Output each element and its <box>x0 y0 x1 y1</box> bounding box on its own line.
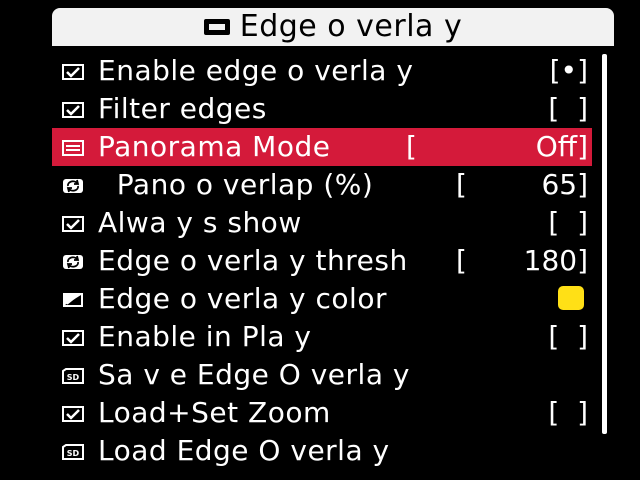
menu-item-always-show[interactable]: Alwa y s show [ ] <box>52 204 592 242</box>
toggle-value: [ ] <box>548 396 588 429</box>
menu-item-label: Load+Set Zoom <box>98 396 331 429</box>
menu-item-label: Filter edges <box>98 92 267 125</box>
sd-card-icon: SD <box>62 368 84 384</box>
checkbox-icon <box>62 64 84 80</box>
toggle-value: [•] <box>549 54 588 87</box>
menu-item-label: Enable edge o verla y <box>98 54 414 87</box>
option-value: Off] <box>535 130 588 163</box>
menu-item-panorama-mode[interactable]: Panorama Mode [ Off] <box>52 128 592 166</box>
menu-item-load-set-zoom[interactable]: Load+Set Zoom [ ] <box>52 394 592 432</box>
svg-text:SD: SD <box>67 373 80 382</box>
menu-item-enable-in-play[interactable]: Enable in Pla y [ ] <box>52 318 592 356</box>
menu-item-label: Pano o verlap (%) <box>98 168 374 201</box>
display-icon <box>203 19 230 35</box>
edge-overlay-menu: Edge o verla y Enable edge o verla y [•]… <box>52 8 614 472</box>
toggle-value: [ ] <box>548 320 588 353</box>
toggle-value: [ ] <box>548 206 588 239</box>
svg-text:SD: SD <box>67 449 80 458</box>
numeric-value: 180] <box>523 244 588 277</box>
menu-item-label: Sa v e Edge O verla y <box>98 358 410 391</box>
left-bracket: [ <box>456 168 467 201</box>
toggle-value: [ ] <box>548 92 588 125</box>
color-swatch <box>558 286 584 310</box>
left-bracket: [ <box>406 130 417 163</box>
menu-item-edge-overlay-color[interactable]: Edge o verla y color <box>52 280 592 318</box>
menu-item-label: Enable in Pla y <box>98 320 312 353</box>
cycle-icon <box>63 255 83 269</box>
scrollbar[interactable] <box>602 54 607 434</box>
numeric-value: 65] <box>541 168 588 201</box>
menu-item-label: Load Edge O verla y <box>98 434 390 467</box>
checkbox-icon <box>62 406 84 422</box>
menu-item-label: Edge o verla y thresh <box>98 244 408 277</box>
checkbox-icon <box>62 216 84 232</box>
menu-item-enable-edge-overlay[interactable]: Enable edge o verla y [•] <box>52 52 592 90</box>
color-icon <box>63 293 83 307</box>
menu-item-pano-overlap[interactable]: Pano o verlap (%) [ 65] <box>52 166 592 204</box>
menu-item-load-edge-overlay[interactable]: SD Load Edge O verla y <box>52 432 592 470</box>
menu-title-bar: Edge o verla y <box>52 8 614 46</box>
menu-item-label: Edge o verla y color <box>98 282 387 315</box>
sd-card-icon: SD <box>62 444 84 460</box>
menu-item-edge-overlay-thresh[interactable]: Edge o verla y thresh [ 180] <box>52 242 592 280</box>
menu-item-save-edge-overlay[interactable]: SD Sa v e Edge O verla y <box>52 356 592 394</box>
cycle-icon <box>63 179 83 193</box>
menu-item-label: Panorama Mode <box>98 130 331 163</box>
list-icon <box>62 140 84 156</box>
left-bracket: [ <box>456 244 467 277</box>
checkbox-icon <box>62 102 84 118</box>
menu-item-filter-edges[interactable]: Filter edges [ ] <box>52 90 592 128</box>
menu-item-label: Alwa y s show <box>98 206 302 239</box>
menu-title: Edge o verla y <box>239 9 463 44</box>
checkbox-icon <box>62 330 84 346</box>
